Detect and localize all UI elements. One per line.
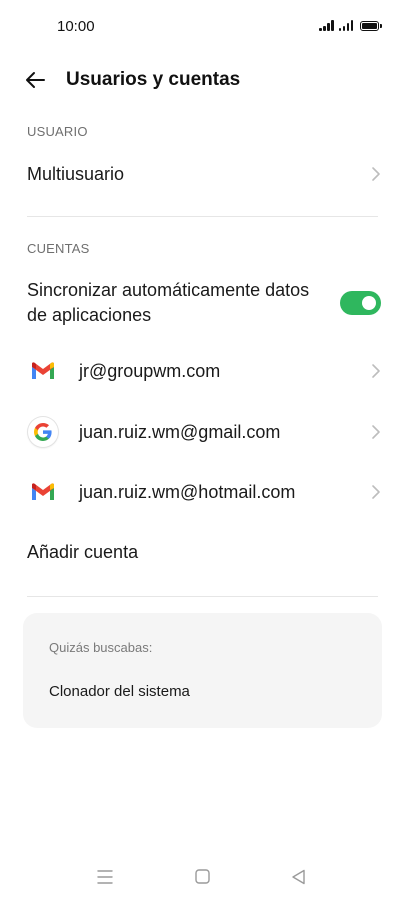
gmail-icon [27,355,59,387]
add-account-label: Añadir cuenta [27,541,139,562]
divider [27,596,378,597]
page-title: Usuarios y cuentas [66,69,241,90]
status-icons [319,20,382,31]
battery-icon [360,21,382,31]
suggestions-title: Quizás buscabas: [49,640,153,655]
section-header-cuentas: CUENTAS [27,241,90,256]
back-arrow-icon[interactable] [24,70,46,90]
multiuser-row[interactable]: Multiusuario [0,152,405,196]
status-bar: 10:00 [0,0,405,54]
navigation-bar [0,850,405,902]
status-time: 10:00 [57,18,95,35]
divider [27,216,378,217]
account-label: juan.ruiz.wm@hotmail.com [79,481,296,502]
signal-icon [319,20,334,31]
toggle-knob [362,296,376,310]
account-row[interactable]: juan.ruiz.wm@hotmail.com [0,470,405,514]
account-label: juan.ruiz.wm@gmail.com [79,421,281,442]
account-label: jr@groupwm.com [79,360,221,381]
chevron-right-icon [372,364,380,378]
sync-row: Sincronizar automáticamente datos de apl… [0,276,405,330]
add-account-row[interactable]: Añadir cuenta [0,530,405,574]
top-bar: Usuarios y cuentas [0,54,405,106]
section-header-usuario: USUARIO [27,124,88,139]
multiuser-label: Multiusuario [27,163,125,184]
signal-icon [338,20,353,31]
suggestion-item[interactable]: Clonador del sistema [49,683,190,700]
account-row[interactable]: juan.ruiz.wm@gmail.com [0,410,405,454]
sync-toggle[interactable] [340,291,381,315]
chevron-right-icon [372,167,380,181]
chevron-right-icon [372,485,380,499]
chevron-right-icon [372,425,380,439]
home-icon[interactable] [195,869,210,884]
account-row[interactable]: jr@groupwm.com [0,349,405,393]
back-icon[interactable] [291,869,306,885]
google-icon [27,416,59,448]
suggestions-card: Quizás buscabas: Clonador del sistema [23,613,382,728]
gmail-icon [27,476,59,508]
sync-label: Sincronizar automáticamente datos de apl… [27,280,310,325]
menu-icon[interactable] [97,869,113,885]
